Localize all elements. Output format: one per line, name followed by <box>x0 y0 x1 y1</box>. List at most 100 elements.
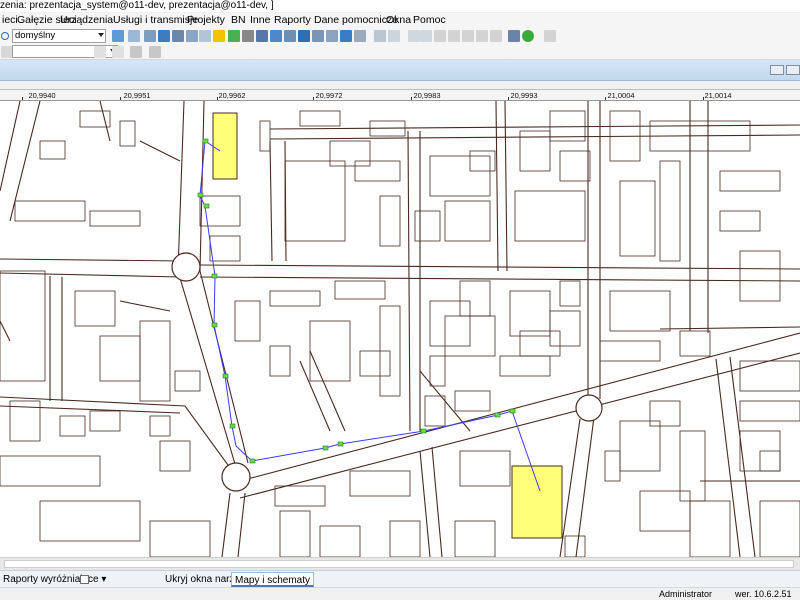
menu-raporty[interactable]: Raporty <box>272 13 313 28</box>
roundabout <box>575 394 603 422</box>
close-icon[interactable] <box>149 46 161 58</box>
building <box>59 415 86 437</box>
road <box>119 300 171 312</box>
building <box>429 300 471 347</box>
building <box>549 310 581 347</box>
snap-icon[interactable] <box>130 46 142 58</box>
cut-icon[interactable] <box>462 30 474 42</box>
horizontal-scrollbar[interactable] <box>0 557 800 570</box>
settings-icon[interactable] <box>144 30 156 42</box>
building <box>689 500 731 557</box>
building <box>149 520 211 557</box>
menu-projekty[interactable]: Projekty <box>185 13 227 28</box>
layers-icon[interactable] <box>112 30 124 42</box>
print-icon[interactable] <box>186 30 198 42</box>
road <box>221 492 231 557</box>
line-tool-icon[interactable] <box>94 46 106 58</box>
menu-okna[interactable]: Okna <box>384 13 413 28</box>
menu-bn[interactable]: BN <box>229 13 248 28</box>
route-node <box>322 445 329 451</box>
main-toolbar: domyślny <box>0 28 800 44</box>
stop-icon[interactable] <box>448 30 460 42</box>
move-icon[interactable] <box>408 30 420 42</box>
extent-icon[interactable] <box>326 30 338 42</box>
chevron-down-icon <box>98 33 104 37</box>
road <box>139 140 181 162</box>
status-bar: Raporty wyróżniające ▾ Ukryj okna narzęd… <box>0 570 800 587</box>
building <box>559 280 581 307</box>
map-canvas[interactable] <box>0 101 800 557</box>
network-icon[interactable] <box>508 30 520 42</box>
building <box>609 290 671 332</box>
scrollbar-thumb[interactable] <box>4 560 794 568</box>
grid-icon[interactable] <box>128 30 140 42</box>
route-node <box>197 192 204 198</box>
rotate-icon[interactable] <box>420 30 432 42</box>
building <box>514 190 586 242</box>
pan-icon[interactable] <box>340 30 352 42</box>
ruler-tick-label: 20,9972 <box>315 91 343 100</box>
building <box>329 140 371 167</box>
style-combo[interactable]: domyślny <box>12 29 106 43</box>
refresh-icon[interactable] <box>354 30 366 42</box>
zoom-icon[interactable] <box>284 30 296 42</box>
road <box>504 101 508 272</box>
pencil-icon[interactable] <box>388 30 400 42</box>
list-icon[interactable] <box>172 30 184 42</box>
menu-bar: ieci Gałęzie sieci Urządzenia Usługi i t… <box>0 13 800 28</box>
road <box>237 492 246 557</box>
ruler-tick <box>22 97 23 100</box>
reports-checkbox[interactable] <box>80 575 89 584</box>
building <box>354 160 401 182</box>
highlighted-building <box>511 465 563 539</box>
paste-icon[interactable] <box>476 30 488 42</box>
road <box>659 326 800 330</box>
secondary-toolbar <box>0 44 800 60</box>
window-icon[interactable] <box>256 30 268 42</box>
ruler-tick <box>703 97 704 100</box>
road <box>199 276 800 282</box>
building <box>389 520 421 557</box>
select-icon[interactable] <box>298 30 310 42</box>
road <box>407 130 411 432</box>
minimize-icon[interactable] <box>770 65 784 75</box>
building <box>309 320 351 382</box>
building <box>89 210 141 227</box>
restore-icon[interactable] <box>786 65 800 75</box>
search-icon[interactable] <box>1 32 9 40</box>
delete-icon[interactable] <box>434 30 446 42</box>
tool-icon[interactable] <box>544 30 556 42</box>
polyline-tool-icon[interactable] <box>112 46 124 58</box>
map-svg[interactable] <box>0 101 800 557</box>
building <box>759 450 781 472</box>
reports-dropdown[interactable]: Raporty wyróżniające ▾ <box>0 572 109 587</box>
roundabout <box>171 252 201 282</box>
building <box>299 110 341 127</box>
road <box>729 356 756 557</box>
app-window: zenia: prezentacja_system@o11-dev, preze… <box>0 0 800 600</box>
road <box>309 350 346 432</box>
frame-icon[interactable] <box>312 30 324 42</box>
globe-icon[interactable] <box>522 30 534 42</box>
route-node <box>420 428 427 434</box>
tab-maps-and-schemes[interactable]: Mapy i schematy <box>231 572 315 587</box>
route-node <box>211 322 218 328</box>
undo-icon[interactable] <box>490 30 502 42</box>
building <box>0 455 101 487</box>
info-icon[interactable] <box>270 30 282 42</box>
building <box>359 350 391 377</box>
menu-inne[interactable]: Inne <box>248 13 272 28</box>
edit-icon[interactable] <box>374 30 386 42</box>
route-layer[interactable] <box>197 138 541 492</box>
map-icon[interactable] <box>228 30 240 42</box>
building <box>274 485 326 507</box>
menu-urzadzenia[interactable]: Urządzenia <box>58 13 115 28</box>
menu-pomoc[interactable]: Pomoc <box>411 13 448 28</box>
building <box>149 415 171 437</box>
copy-icon[interactable] <box>199 30 211 42</box>
building <box>209 235 241 262</box>
table-icon[interactable] <box>158 30 170 42</box>
road <box>99 101 111 142</box>
highlight-icon[interactable] <box>213 30 225 42</box>
ruler-icon[interactable] <box>242 30 254 42</box>
